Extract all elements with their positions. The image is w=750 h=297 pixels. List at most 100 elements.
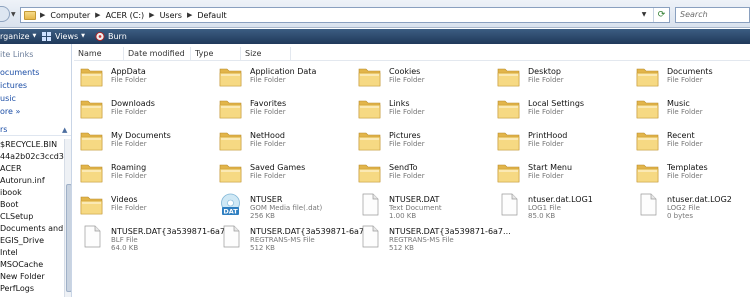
tree-item[interactable]: Intel: [0, 247, 18, 259]
document-icon: [496, 192, 521, 217]
folder-item[interactable]: Recent File Folder: [630, 126, 750, 158]
tree-item[interactable]: CLSetup: [0, 211, 33, 223]
folder-item[interactable]: NetHood File Folder: [213, 126, 352, 158]
tree-item[interactable]: ibook: [0, 187, 22, 199]
file-item[interactable]: NTUSER.DAT{3a539871-6a7... REGTRANS-MS Fi…: [352, 222, 511, 254]
breadcrumb-item-default[interactable]: Default: [197, 11, 226, 20]
folder-icon: [357, 128, 382, 153]
file-item[interactable]: NTUSER.DAT Text Document 1.00 KB: [352, 190, 491, 222]
item-size: 512 KB: [250, 244, 275, 252]
address-bar[interactable]: ▶ Computer ▶ ACER (C:) ▶ Users ▶ Default…: [20, 7, 670, 23]
breadcrumb-item-users[interactable]: Users: [160, 11, 182, 20]
breadcrumb: ▶ Computer ▶ ACER (C:) ▶ Users ▶ Default: [40, 8, 227, 22]
folder-icon: [635, 160, 660, 185]
item-name: Start Menu: [528, 163, 573, 172]
folder-item[interactable]: AppData File Folder: [74, 62, 213, 94]
file-item[interactable]: DAT NTUSER GOM Media file(.dat) 256 KB: [213, 190, 352, 222]
item-name: Documents: [667, 67, 713, 76]
column-name[interactable]: Name: [74, 47, 124, 61]
item-type: File Folder: [667, 76, 703, 84]
item-name: Videos: [111, 195, 138, 204]
file-item[interactable]: NTUSER.DAT{3a539871-6a7... BLF File 64.0 K…: [74, 222, 233, 254]
favorite-link-pictures[interactable]: ictures: [0, 80, 27, 92]
chevron-right-icon[interactable]: ▶: [95, 11, 100, 19]
column-date-modified[interactable]: Date modified: [124, 47, 191, 61]
item-type: LOG2 File: [667, 204, 700, 212]
folder-item[interactable]: Videos File Folder: [74, 190, 213, 222]
folder-item[interactable]: Favorites File Folder: [213, 94, 352, 126]
tree-scrollbar[interactable]: [64, 139, 71, 297]
folders-label: rs: [0, 125, 8, 134]
folder-item[interactable]: Roaming File Folder: [74, 158, 213, 190]
column-type[interactable]: Type: [191, 47, 241, 61]
folder-item[interactable]: Saved Games File Folder: [213, 158, 352, 190]
search-input[interactable]: Search: [675, 7, 750, 23]
item-name: SendTo: [389, 163, 418, 172]
folder-item[interactable]: PrintHood File Folder: [491, 126, 630, 158]
burn-label: Burn: [108, 32, 127, 41]
item-type: File Folder: [528, 140, 564, 148]
back-forward-button[interactable]: [0, 6, 10, 22]
file-item[interactable]: ntuser.dat.LOG2 LOG2 File 0 bytes: [630, 190, 750, 222]
file-item[interactable]: ntuser.dat.LOG1 LOG1 File 85.0 KB: [491, 190, 630, 222]
breadcrumb-item-drive[interactable]: ACER (C:): [106, 11, 145, 20]
address-dropdown-icon[interactable]: ▼: [637, 8, 651, 22]
folder-icon: [635, 64, 660, 89]
folder-item[interactable]: Templates File Folder: [630, 158, 750, 190]
tree-item[interactable]: ACER: [0, 163, 22, 175]
file-item[interactable]: NTUSER.DAT{3a539871-6a7... REGTRANS-MS Fi…: [213, 222, 372, 254]
tree-item[interactable]: Autorun.inf: [0, 175, 45, 187]
folder-item[interactable]: Desktop File Folder: [491, 62, 630, 94]
recent-pages-chevron-icon[interactable]: ▼: [11, 11, 19, 19]
organize-button[interactable]: rganize ▼: [0, 29, 36, 44]
search-placeholder: Search: [680, 10, 708, 19]
favorite-link-more[interactable]: ore »: [0, 106, 20, 118]
folder-icon: [357, 64, 382, 89]
folder-item[interactable]: Pictures File Folder: [352, 126, 491, 158]
tree-item[interactable]: New Folder: [0, 271, 45, 283]
favorite-link-documents[interactable]: ocuments: [0, 67, 39, 79]
chevron-right-icon[interactable]: ▶: [187, 11, 192, 19]
item-type: File Folder: [528, 172, 564, 180]
tree-item[interactable]: MSOCache: [0, 259, 43, 271]
document-icon: [357, 224, 382, 249]
burn-button[interactable]: Burn: [95, 29, 127, 44]
tree-item[interactable]: $RECYCLE.BIN: [0, 139, 57, 151]
folder-item[interactable]: Downloads File Folder: [74, 94, 213, 126]
refresh-icon[interactable]: ⟳: [653, 8, 669, 22]
folder-item[interactable]: Local Settings File Folder: [491, 94, 630, 126]
item-name: Roaming: [111, 163, 147, 172]
views-button[interactable]: Views ▼: [42, 29, 85, 44]
folder-item[interactable]: Music File Folder: [630, 94, 750, 126]
folder-item[interactable]: Application Data File Folder: [213, 62, 352, 94]
scrollbar-thumb[interactable]: [66, 184, 71, 292]
item-name: NTUSER.DAT: [389, 195, 440, 204]
item-type: File Folder: [667, 172, 703, 180]
folder-item[interactable]: Documents File Folder: [630, 62, 750, 94]
item-name: Templates: [667, 163, 708, 172]
document-icon: [635, 192, 660, 217]
item-name: Links: [389, 99, 410, 108]
item-name: My Documents: [111, 131, 171, 140]
favorite-link-music[interactable]: usic: [0, 93, 16, 105]
breadcrumb-item-computer[interactable]: Computer: [50, 11, 90, 20]
chevron-right-icon[interactable]: ▶: [149, 11, 154, 19]
views-icon: [42, 32, 51, 41]
tree-item[interactable]: 44a2b02c3ccd3256: [0, 151, 71, 163]
folder-item[interactable]: My Documents File Folder: [74, 126, 213, 158]
tree-item[interactable]: EGIS_Drive: [0, 235, 44, 247]
folders-header[interactable]: rs ▲: [0, 124, 71, 136]
folder-item[interactable]: Start Menu File Folder: [491, 158, 630, 190]
tree-item[interactable]: PerfLogs: [0, 283, 34, 295]
folder-item[interactable]: Cookies File Folder: [352, 62, 491, 94]
chevron-right-icon[interactable]: ▶: [40, 11, 45, 19]
column-size[interactable]: Size: [241, 47, 291, 61]
tree-item[interactable]: Documents and Se: [0, 223, 71, 235]
item-type: File Folder: [250, 172, 286, 180]
tree-item[interactable]: Boot: [0, 199, 18, 211]
chevron-down-icon: ▼: [81, 33, 86, 39]
item-type: File Folder: [111, 108, 147, 116]
folder-item[interactable]: SendTo File Folder: [352, 158, 491, 190]
folder-icon: [218, 128, 243, 153]
folder-item[interactable]: Links File Folder: [352, 94, 491, 126]
